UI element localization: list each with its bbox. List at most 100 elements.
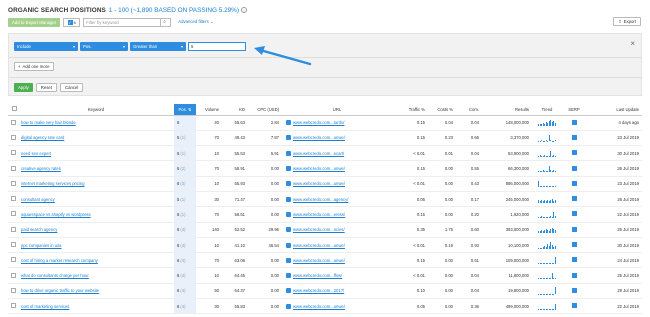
- position-cell: 6(1): [174, 145, 196, 162]
- url-cell[interactable]: www.webcredo.com...unwe/: [282, 252, 392, 269]
- trend-sparkline: [532, 130, 562, 147]
- url-cell[interactable]: www.webcredo.com...unwe/: [282, 237, 392, 254]
- position-cell: 6(4): [174, 237, 196, 254]
- url-cell[interactable]: www.webcredo.com...agency/: [282, 191, 392, 208]
- advanced-filters-link[interactable]: Advanced filters ⌄: [178, 19, 213, 25]
- keyword-link[interactable]: ppc companies in usa: [18, 237, 174, 254]
- serp-icon[interactable]: [562, 252, 586, 269]
- row-checkbox[interactable]: [8, 237, 18, 254]
- serp-icon[interactable]: [562, 298, 586, 315]
- last-update-cell: 22 Jul 2019: [586, 206, 642, 223]
- column-header-costs[interactable]: Costs %: [428, 104, 456, 116]
- url-cell[interactable]: www.webcredo.com...2017/: [282, 283, 392, 300]
- close-icon[interactable]: ×: [630, 40, 635, 48]
- column-header-url[interactable]: URL: [282, 104, 392, 116]
- url-cell[interactable]: www.webcredo.com...eress/: [282, 206, 392, 223]
- serp-icon[interactable]: [562, 283, 586, 300]
- serp-icon[interactable]: [562, 145, 586, 162]
- row-checkbox[interactable]: [8, 115, 18, 131]
- keyword-link[interactable]: internet marketing services pricing: [18, 176, 174, 192]
- add-to-export-manager-button[interactable]: Add to Export Manager: [8, 17, 61, 27]
- search-icon[interactable]: ⌕: [160, 18, 168, 26]
- serp-icon[interactable]: [562, 160, 586, 177]
- chevron-down-icon: ▾: [180, 43, 183, 49]
- reset-button[interactable]: Reset: [35, 83, 57, 92]
- serp-icon[interactable]: [562, 130, 586, 147]
- add-one-more-button[interactable]: + Add one more: [14, 62, 54, 71]
- row-checkbox[interactable]: [8, 206, 18, 223]
- keyword-link[interactable]: consultant agency: [18, 191, 174, 208]
- column-header-traffic[interactable]: Traffic %: [392, 104, 428, 116]
- serp-icon[interactable]: [562, 115, 586, 131]
- select-all-checkbox[interactable]: [8, 104, 18, 116]
- url-cell[interactable]: www.webcredo.com...unwe/: [282, 298, 392, 315]
- keyword-link[interactable]: paid search agency: [18, 222, 174, 238]
- url-cell[interactable]: www.webcredo.com...unwe/: [282, 160, 392, 177]
- costs-cell: 0.00: [428, 267, 456, 284]
- traffic-cell: 0.15: [392, 115, 428, 131]
- kd-cell: 55.53: [222, 145, 248, 162]
- last-update-cell: 30 Jul 2019: [586, 237, 642, 254]
- com-cell: 0.36: [456, 298, 482, 315]
- cancel-button[interactable]: Cancel: [59, 83, 84, 92]
- keyword-link[interactable]: how to make very hair blonde: [18, 115, 174, 131]
- include-select[interactable]: Include ▾: [14, 41, 78, 51]
- trend-sparkline: [532, 115, 562, 131]
- keyword-link[interactable]: digital agency rate card: [18, 130, 174, 147]
- row-checkbox[interactable]: [8, 191, 18, 208]
- results-cell: 1,920,000: [482, 206, 532, 223]
- external-link-icon: [286, 211, 291, 217]
- cpc-cell: 0.00: [248, 252, 282, 269]
- url-cell[interactable]: www.webcredo.com...tardo/: [282, 115, 392, 131]
- row-checkbox[interactable]: [8, 222, 18, 238]
- column-header-pos[interactable]: Pos. ⇅: [174, 104, 196, 116]
- column-header-cpc[interactable]: CPC (USD): [248, 104, 282, 116]
- url-cell[interactable]: www.webcredo.com...ncies/: [282, 222, 392, 238]
- row-checkbox[interactable]: [8, 145, 18, 162]
- keyword-link[interactable]: how to drive organic traffic to your web…: [18, 283, 174, 300]
- field-select[interactable]: Pos. ▾: [80, 41, 128, 51]
- keyword-filter-input[interactable]: Filter by keyword ⌕: [83, 17, 172, 27]
- costs-cell: 0.00: [428, 298, 456, 315]
- url-cell[interactable]: www.webcredo.com...ecart/: [282, 145, 392, 162]
- keyword-link[interactable]: need seo expert: [18, 145, 174, 162]
- keyword-link[interactable]: cost of hiring a market research company: [18, 252, 174, 269]
- serp-icon[interactable]: [562, 176, 586, 192]
- results-cell: 53,900,000: [482, 145, 532, 162]
- row-checkbox[interactable]: [8, 160, 18, 177]
- serp-icon[interactable]: [562, 267, 586, 284]
- check-icon: ✓: [67, 19, 73, 25]
- column-header-kd[interactable]: KD: [222, 104, 248, 116]
- column-header-com[interactable]: Com.: [456, 104, 482, 116]
- serp-icon[interactable]: [562, 222, 586, 238]
- keyword-link[interactable]: what do consultants charge per hour: [18, 267, 174, 284]
- row-checkbox[interactable]: [8, 283, 18, 300]
- keyword-link[interactable]: creative agency rates: [18, 160, 174, 177]
- filter-actions: Apply Reset Cancel: [14, 83, 84, 92]
- operator-select[interactable]: Greater than ▾: [130, 41, 186, 51]
- keyword-link[interactable]: squarespace vs shopify vs wordpress: [18, 206, 174, 223]
- column-header-keyword[interactable]: Keyword: [18, 104, 174, 116]
- url-cell[interactable]: www.webcredo.com...ffsw/: [282, 267, 392, 284]
- row-checkbox[interactable]: [8, 252, 18, 269]
- column-header-results[interactable]: Results: [482, 104, 532, 116]
- column-header-last-update[interactable]: Last Update: [586, 104, 642, 116]
- column-header-volume[interactable]: Volume: [196, 104, 222, 116]
- serp-icon[interactable]: [562, 191, 586, 208]
- serp-icon[interactable]: [562, 206, 586, 223]
- row-checkbox[interactable]: [8, 130, 18, 147]
- apply-button[interactable]: Apply: [14, 83, 33, 92]
- kd-cell: 71.47: [222, 191, 248, 208]
- info-icon[interactable]: i: [240, 7, 247, 13]
- serp-icon[interactable]: [562, 237, 586, 254]
- selection-checkbox[interactable]: ✓ 6: [63, 17, 81, 27]
- row-checkbox[interactable]: [8, 176, 18, 192]
- export-button[interactable]: ⇧ Export: [612, 17, 641, 26]
- url-cell[interactable]: www.webcredo.com...unwe/: [282, 176, 392, 192]
- trend-sparkline: [532, 222, 562, 238]
- url-cell[interactable]: www.webcredo.com...unwe/: [282, 130, 392, 147]
- filter-value-input[interactable]: 5: [188, 41, 246, 51]
- keyword-link[interactable]: cost of marketing services: [18, 298, 174, 315]
- row-checkbox[interactable]: [8, 267, 18, 284]
- row-checkbox[interactable]: [8, 298, 18, 315]
